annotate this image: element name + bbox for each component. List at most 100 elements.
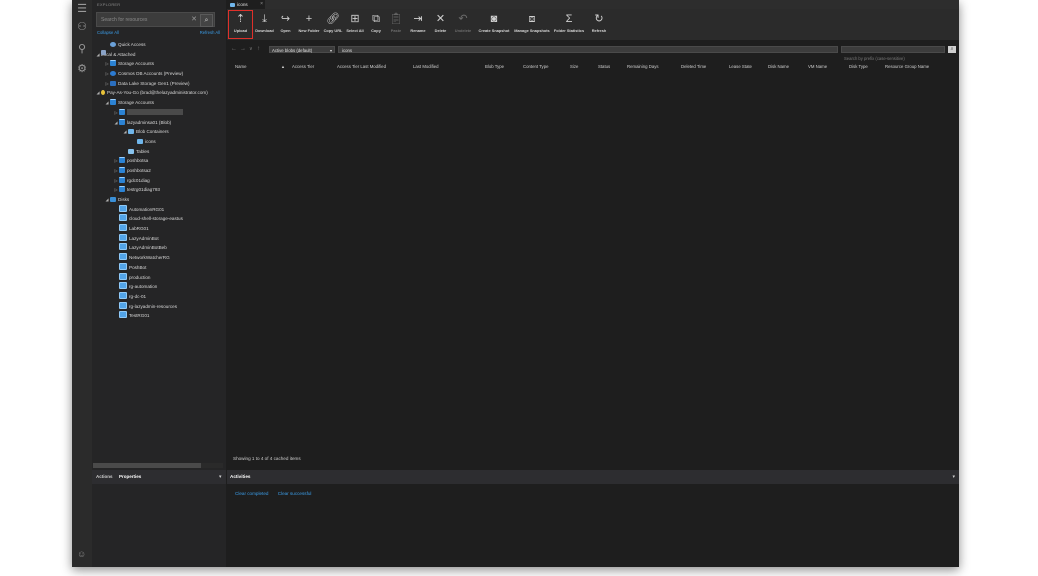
tree-node[interactable]: PoshBot [94,262,226,273]
delete-button[interactable]: ✕ Delete [431,10,450,39]
folder-statistics-button[interactable]: Σ Folder Statistics [552,10,586,39]
column-header[interactable]: Access Tier [292,61,314,72]
tree-node[interactable]: production [94,272,226,283]
tree-node[interactable]: ◢ Disks [94,195,226,205]
tab-icons[interactable]: icons × [227,0,265,9]
column-header[interactable]: Disk Name [768,61,789,72]
column-header[interactable]: Deleted Time [681,61,706,72]
column-header[interactable]: VM Name [808,61,827,72]
feedback-icon[interactable]: ☺ [77,549,86,559]
column-header[interactable]: Status [598,61,610,72]
tree-node[interactable]: Quick Access [94,40,226,50]
tree-node[interactable]: ▷ [94,108,226,118]
tab-actions[interactable]: Actions [96,470,113,484]
column-header[interactable]: Blob Type [485,61,504,72]
tree-node-label: icons [145,138,156,144]
settings-gear-icon[interactable]: ⚙ [75,62,89,76]
refresh-all-link[interactable]: Refresh All [200,30,220,35]
plug-icon[interactable]: ⚲ [75,42,89,56]
new-folder-button[interactable]: + New Folder [297,10,321,39]
download-icon: ⤓ [262,13,267,25]
tree-node[interactable]: rg-automation [94,282,226,292]
grp-icon [119,204,127,212]
tree-node-label: Pay-As-You-Go (brad@thelazyadministrator… [107,90,208,96]
select-all-button[interactable]: ⊞ Select All [345,10,365,39]
column-header[interactable]: Disk Type [849,61,868,72]
rename-button[interactable]: ⇥ Rename [407,10,429,39]
tree-node[interactable]: rg-lazyadmin-resources [94,301,226,312]
column-header[interactable]: Last Modified [413,61,439,72]
tree-node[interactable]: LabRG01 [94,224,226,234]
tab-properties[interactable]: Properties [119,470,141,484]
column-header[interactable]: Access Tier Last Modified [337,61,386,72]
column-header[interactable]: Remaining Days [627,61,659,72]
resource-search-input[interactable] [99,13,197,26]
tree-node[interactable]: ▷ Data Lake Storage Gen1 (Preview) [94,79,226,89]
download-button[interactable]: ⤓ Download [255,10,274,39]
prefix-search-icon[interactable]: ⌕ [948,46,956,53]
tree-node[interactable]: icons [94,137,226,147]
expand-caret-icon[interactable]: ◢ [95,88,101,98]
path-input[interactable]: icons [338,46,838,53]
tree-node-label: cloud-shell-storage-eastus [129,216,183,222]
copy-url-button[interactable]: 🔗︎ Copy URL [323,10,343,39]
toolbar-label: Undelete [454,28,472,33]
refresh-button[interactable]: ↻ Refresh [588,10,610,39]
clear-search-icon[interactable]: ✕ [191,14,197,25]
tree-node[interactable]: AutomationRG01 [94,204,226,215]
tree-node[interactable]: ◢ Blob Containers [94,127,226,137]
tree-node[interactable]: ▷ poshbotsa2 [94,166,226,176]
view-mode-select[interactable]: Active blobs (default) ▾ [269,46,335,53]
tree-node[interactable]: LazyAdminBotBeb [94,243,226,253]
collapse-all-link[interactable]: Collapse All [97,30,119,35]
column-header[interactable]: Lease State [729,61,752,72]
tree-node[interactable]: TestRG01 [94,311,226,321]
column-header[interactable]: Content Type [523,61,548,72]
tree-horizontal-scrollbar[interactable] [93,463,223,468]
tree-node[interactable]: Tables [94,147,226,157]
open-button[interactable]: ↪ Open [276,10,295,39]
forward-arrow-icon[interactable]: → [240,44,246,55]
tree-node[interactable]: ▷ Cosmos DB Accounts (Preview) [94,69,226,79]
column-header[interactable]: Size [570,61,578,72]
clear-successful-link[interactable]: Clear successful [278,491,312,496]
tree-node[interactable]: ◢ Pay-As-You-Go (brad@thelazyadministrato… [94,88,226,98]
tree-node[interactable]: ▷ poshbotsa [94,156,226,166]
refresh-icon: ↻ [594,13,604,25]
chevron-down-icon[interactable]: ∨ [249,44,253,55]
new-folder-icon: + [305,13,313,25]
tree-node[interactable]: ◢ Storage Accounts [94,98,226,108]
tree-node[interactable]: ▷ testrg01diag793 [94,185,226,195]
column-header[interactable]: Resource Group Name [885,61,929,72]
grp-icon [119,301,127,309]
paste-button[interactable]: 📋︎ Paste [387,10,405,39]
back-arrow-icon[interactable]: ← [231,44,237,55]
tree-node[interactable]: rg-dc-01 [94,291,226,302]
tree-node[interactable]: LazyAdminBot [94,233,226,244]
tree-node[interactable]: cloud-shell-storage-eastus [94,214,226,224]
clear-completed-link[interactable]: Clear completed [235,491,268,496]
create-snapshot-icon: ◙ [490,13,498,25]
manage-snapshots-button[interactable]: ⧈ Manage Snapshots [514,10,550,39]
copy-button[interactable]: ⧉ Copy [367,10,385,39]
explorer-icon[interactable]: ☰ [75,2,89,16]
tree-node[interactable]: ◢ Local & Attached [94,49,226,60]
account-icon[interactable]: ⚇ [75,20,89,34]
undelete-button[interactable]: ↶ Undelete [452,10,474,39]
search-icon[interactable]: ⌕ [200,14,213,27]
activities-caret-icon[interactable]: ▾ [952,470,955,484]
tree-node[interactable]: ▷ rgdc01diag [94,176,226,186]
collapse-caret-icon[interactable]: ▾ [219,470,222,484]
column-header[interactable]: Name [235,61,246,72]
up-arrow-icon[interactable]: ↑ [257,44,260,55]
scrollbar-thumb[interactable] [93,463,201,468]
upload-button[interactable]: ⇡ Upload [228,10,253,39]
tree-node[interactable]: NetworkWatcherRG [94,253,226,263]
sort-ascending-icon[interactable]: ▲ [281,61,285,72]
upload-icon: ⇡ [235,13,246,25]
tree-node[interactable]: ▷ Storage Accounts [94,59,226,69]
resource-search-box: ✕ ⌕ [96,12,215,27]
tree-node[interactable]: ◢ lazyadminsa01 (Blob) [94,118,226,128]
create-snapshot-button[interactable]: ◙ Create Snapshot [476,10,512,39]
close-tab-icon[interactable]: × [260,0,263,9]
